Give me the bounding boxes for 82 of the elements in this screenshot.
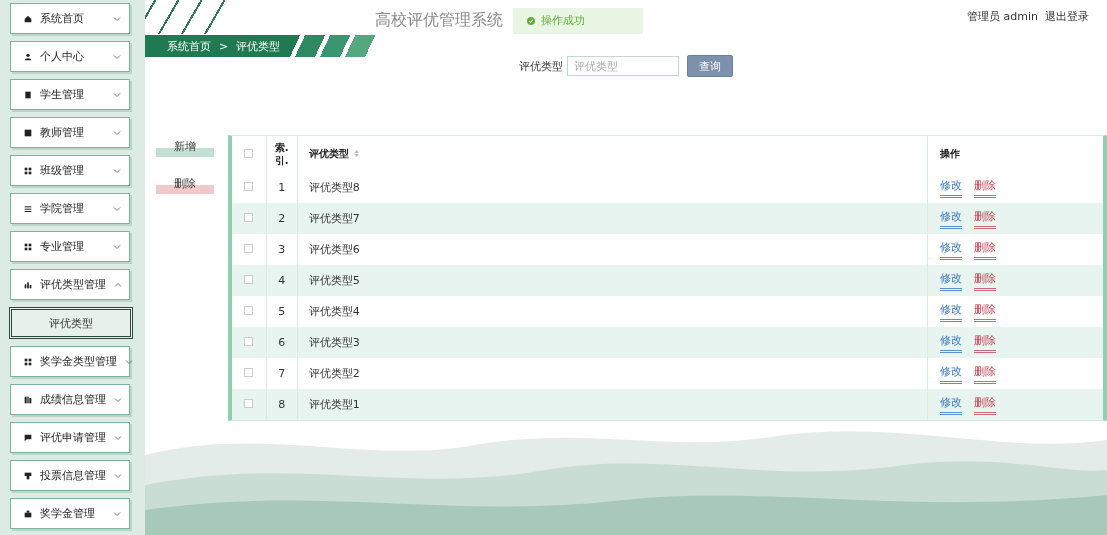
checkbox[interactable] bbox=[244, 306, 254, 315]
checkbox[interactable] bbox=[244, 275, 254, 284]
sidebar-item[interactable]: 评优申请管理 bbox=[10, 422, 130, 453]
table-cell: 评优类型3 bbox=[308, 336, 360, 349]
column-header: 索. 引. bbox=[273, 141, 290, 167]
checkbox[interactable] bbox=[244, 244, 254, 253]
table-cell: 评优类型2 bbox=[308, 367, 360, 380]
pin-icon bbox=[24, 471, 32, 480]
logout-link[interactable]: 退出登录 bbox=[1045, 9, 1089, 24]
table-cell: 评优类型6 bbox=[308, 243, 360, 256]
breadcrumb-separator: > bbox=[219, 39, 229, 53]
table-cell-text: 3 bbox=[277, 243, 287, 256]
table-cell: 评优类型7 bbox=[308, 212, 360, 225]
table-cell-text: 2 bbox=[277, 212, 287, 225]
checkbox[interactable] bbox=[244, 182, 254, 191]
checkbox[interactable] bbox=[244, 368, 254, 377]
edit-link[interactable]: 修改 bbox=[940, 239, 962, 260]
sidebar-item[interactable]: 投票信息管理 bbox=[10, 460, 130, 491]
chat-icon bbox=[24, 433, 32, 442]
sidebar-item[interactable]: 系统首页 bbox=[10, 3, 130, 34]
sidebar-item[interactable]: 学院管理 bbox=[10, 193, 130, 224]
search-label: 评优类型 bbox=[519, 58, 563, 74]
table-cell-text: 5 bbox=[277, 305, 287, 318]
delete-link[interactable]: 删除 bbox=[974, 270, 996, 291]
breadcrumb-link[interactable]: 系统首页 bbox=[167, 38, 211, 54]
sidebar-item[interactable]: 奖学金类型管理 bbox=[10, 346, 130, 377]
delete-link[interactable]: 删除 bbox=[974, 332, 996, 353]
edit-link[interactable]: 修改 bbox=[940, 177, 962, 198]
sidebar-item[interactable]: 专业管理 bbox=[10, 231, 130, 262]
edit-link[interactable]: 修改 bbox=[940, 363, 962, 384]
delete-link[interactable]: 删除 bbox=[974, 239, 996, 260]
table-cell-text: 4 bbox=[277, 274, 287, 287]
table-cell: 评优类型8 bbox=[308, 181, 360, 194]
checkbox[interactable] bbox=[244, 399, 254, 408]
person-icon bbox=[24, 52, 32, 61]
table-cell-text: 7 bbox=[277, 367, 287, 380]
toast-message: 操作成功 bbox=[541, 13, 585, 28]
table-cell: 评优类型4 bbox=[308, 305, 360, 318]
sidebar-item[interactable]: 班级管理 bbox=[10, 155, 130, 186]
sort-icon[interactable] bbox=[353, 150, 359, 157]
edit-link[interactable]: 修改 bbox=[940, 332, 962, 353]
delete-button[interactable]: 删除 bbox=[156, 178, 214, 194]
edit-link[interactable]: 修改 bbox=[940, 208, 962, 229]
table-cell-text: 1 bbox=[277, 181, 287, 194]
column-header[interactable]: 评优类型 bbox=[308, 148, 349, 159]
edit-link[interactable]: 修改 bbox=[940, 301, 962, 322]
delete-link[interactable]: 删除 bbox=[974, 394, 996, 415]
system-title: 高校评优管理系统 bbox=[375, 10, 503, 31]
user-name: 管理员 admin bbox=[967, 9, 1038, 24]
breadcrumb-current: 评优类型 bbox=[236, 38, 281, 54]
delete-link[interactable]: 删除 bbox=[974, 363, 996, 384]
add-button[interactable]: 新增 bbox=[156, 141, 214, 157]
grid-icon bbox=[24, 242, 32, 251]
delete-link[interactable]: 删除 bbox=[974, 177, 996, 198]
sidebar-item[interactable]: 教师管理 bbox=[10, 117, 130, 148]
list-icon bbox=[24, 204, 32, 213]
sidebar-item[interactable]: 评优类型管理 bbox=[10, 269, 130, 300]
home-icon bbox=[24, 14, 32, 23]
delete-link[interactable]: 删除 bbox=[974, 208, 996, 229]
edit-link[interactable]: 修改 bbox=[940, 394, 962, 415]
table-cell: 评优类型5 bbox=[308, 274, 360, 287]
grid-icon bbox=[24, 357, 32, 366]
checkbox[interactable] bbox=[244, 148, 254, 158]
bar-chart-icon bbox=[24, 280, 32, 289]
table-cell-text: 8 bbox=[277, 398, 287, 411]
checkbox[interactable] bbox=[244, 337, 254, 346]
bars-icon bbox=[24, 395, 32, 404]
check-icon bbox=[527, 16, 535, 25]
delete-link[interactable]: 删除 bbox=[974, 301, 996, 322]
column-header: 操作 bbox=[940, 148, 960, 159]
grid-icon bbox=[24, 166, 32, 175]
sidebar-item[interactable]: 个人中心 bbox=[10, 41, 130, 72]
sidebar-item[interactable]: 学生管理 bbox=[10, 79, 130, 110]
sidebar-item[interactable]: 奖学金管理 bbox=[10, 498, 130, 529]
submenu-item[interactable]: 评优类型 bbox=[9, 307, 133, 339]
checkbox[interactable] bbox=[244, 213, 254, 222]
table-cell-text: 6 bbox=[277, 336, 287, 349]
sidebar-item[interactable]: 成绩信息管理 bbox=[10, 384, 130, 415]
table-cell: 评优类型1 bbox=[308, 398, 360, 411]
search-field[interactable]: 评优类型 bbox=[567, 56, 679, 76]
edit-link[interactable]: 修改 bbox=[940, 270, 962, 291]
briefcase-icon bbox=[24, 509, 32, 518]
